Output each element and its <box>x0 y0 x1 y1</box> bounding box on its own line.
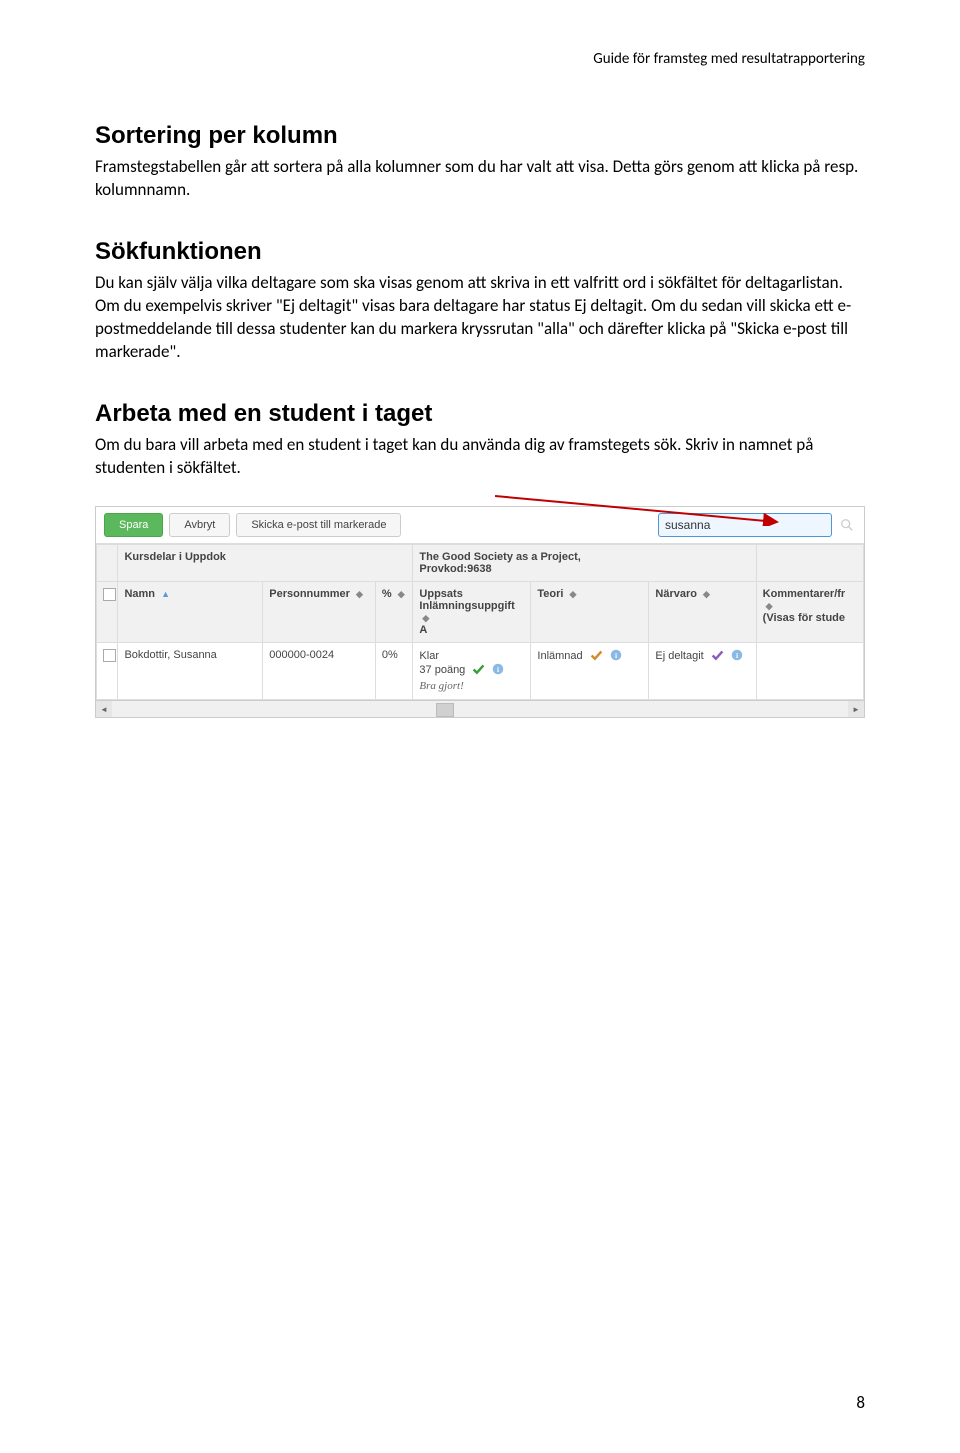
search-input[interactable] <box>658 513 832 537</box>
body-single: Om du bara vill arbeta med en student i … <box>95 434 865 480</box>
info-icon[interactable]: i <box>731 649 744 662</box>
cell-pct: 0% <box>375 642 413 700</box>
sort-icon: ◆ <box>422 613 429 624</box>
svg-text:i: i <box>615 651 617 660</box>
cell-name: Bokdottir, Susanna <box>118 642 263 700</box>
sort-icon: ◆ <box>766 601 773 612</box>
cell-uppsats-status[interactable]: Klar 37 poäng i Bra gjort! <box>413 642 531 700</box>
checkmark-purple-icon <box>711 649 724 662</box>
search-icon[interactable] <box>838 516 856 534</box>
scroll-right-icon[interactable]: ► <box>848 701 864 717</box>
page-number: 8 <box>856 1392 865 1413</box>
svg-text:i: i <box>497 665 499 674</box>
heading-single: Arbeta med en student i taget <box>95 400 865 428</box>
col-percent[interactable]: % ◆ <box>375 581 413 642</box>
checkmark-green-icon <box>472 663 485 676</box>
email-marked-button[interactable]: Skicka e-post till markerade <box>236 513 401 537</box>
col-teori[interactable]: Teori ◆ <box>531 581 649 642</box>
info-icon[interactable]: i <box>492 663 505 676</box>
body-sort: Framstegstabellen går att sortera på all… <box>95 156 865 202</box>
doc-header: Guide för framsteg med resultatrapporter… <box>95 50 865 68</box>
sort-icon: ◆ <box>398 589 405 600</box>
cancel-button[interactable]: Avbryt <box>169 513 230 537</box>
scroll-thumb[interactable] <box>436 703 454 717</box>
sort-icon: ◆ <box>570 589 577 600</box>
checkbox-all[interactable] <box>97 581 118 642</box>
header-project[interactable]: The Good Society as a Project, Provkod:9… <box>413 544 756 581</box>
screenshot: Spara Avbryt Skicka e-post till markerad… <box>95 506 865 719</box>
cell-narvaro-status[interactable]: Ej deltagit i <box>649 642 756 700</box>
col-narvaro[interactable]: Närvaro ◆ <box>649 581 756 642</box>
cell-kommentarer[interactable] <box>756 642 863 700</box>
col-kommentarer[interactable]: Kommentarer/fr ◆ (Visas för stude <box>756 581 863 642</box>
sort-asc-icon: ▲ <box>161 589 170 599</box>
results-table: Kursdelar i Uppdok The Good Society as a… <box>96 544 864 701</box>
heading-sort: Sortering per kolumn <box>95 122 865 150</box>
table-row: Bokdottir, Susanna 000000-0024 0% Klar 3… <box>97 642 864 700</box>
sort-icon: ◆ <box>703 589 710 600</box>
svg-text:i: i <box>736 651 738 660</box>
checkmark-orange-icon <box>590 649 603 662</box>
sort-icon: ◆ <box>356 589 363 600</box>
heading-search: Sökfunktionen <box>95 238 865 266</box>
col-personnummer[interactable]: Personnummer ◆ <box>263 581 376 642</box>
row-checkbox[interactable] <box>97 642 118 700</box>
info-icon[interactable]: i <box>610 649 623 662</box>
scroll-left-icon[interactable]: ◄ <box>96 701 112 717</box>
col-uppsats[interactable]: Uppsats Inlämningsuppgift ◆ A <box>413 581 531 642</box>
toolbar: Spara Avbryt Skicka e-post till markerad… <box>96 507 864 544</box>
cell-teori-status[interactable]: Inlämnad i <box>531 642 649 700</box>
body-search: Du kan själv välja vilka deltagare som s… <box>95 272 865 364</box>
cell-pn: 000000-0024 <box>263 642 376 700</box>
save-button[interactable]: Spara <box>104 513 163 537</box>
header-kursdelar[interactable]: Kursdelar i Uppdok <box>118 544 413 581</box>
col-namn[interactable]: Namn ▲ <box>118 581 263 642</box>
horizontal-scrollbar[interactable]: ◄ ► <box>96 700 864 717</box>
